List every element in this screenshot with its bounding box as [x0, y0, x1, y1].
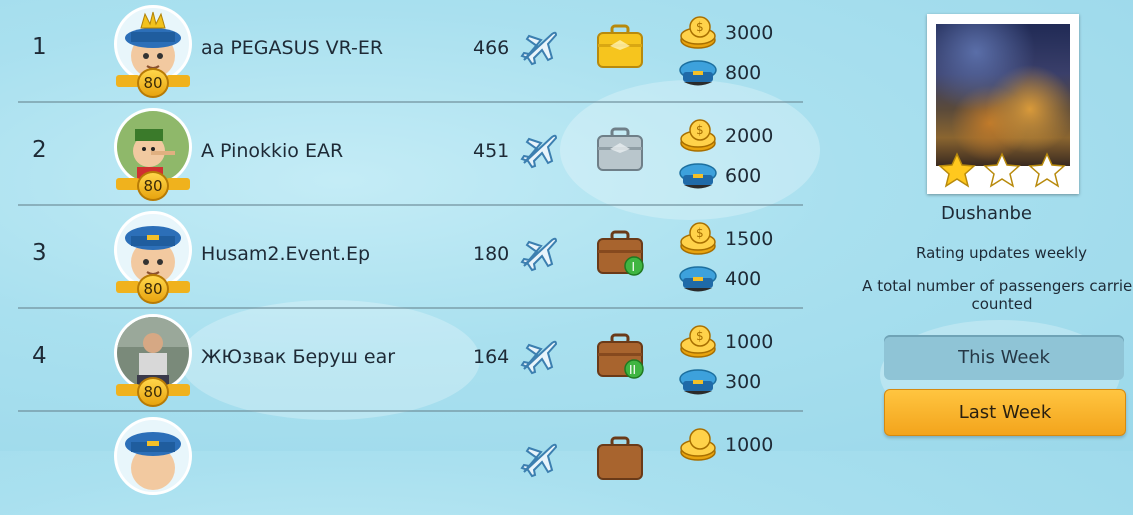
rating-note: Rating updates weekly: [915, 244, 1088, 262]
rank-number: 2: [32, 137, 47, 163]
cap-amount: 400: [725, 268, 762, 290]
silver-briefcase-icon: [597, 127, 643, 171]
leaderboard-row-5[interactable]: 1000: [18, 412, 803, 515]
coins-icon: $: [680, 16, 716, 49]
plane-icon: [520, 340, 558, 375]
flight-count: 180: [473, 243, 510, 265]
svg-text:I: I: [632, 260, 636, 274]
coin-amount: 1000: [725, 331, 774, 353]
coin-amount: 1000: [725, 434, 774, 456]
passengers-note: A total number of passengers carried cou…: [862, 277, 1133, 313]
coins-icon: $: [680, 119, 716, 152]
last-week-button[interactable]: Last Week: [884, 389, 1126, 436]
flight-count: 451: [473, 140, 510, 162]
pilot-cap-icon: [679, 163, 717, 189]
plane-icon: [520, 443, 558, 478]
coin-reward: 1000: [678, 428, 798, 462]
plane-icon: [520, 31, 558, 66]
cap-reward: 600: [678, 159, 798, 193]
svg-text:$: $: [696, 20, 704, 34]
city-stamp: [927, 14, 1079, 194]
svg-text:$: $: [696, 226, 704, 240]
cap-amount: 300: [725, 371, 762, 393]
flight-count: 466: [473, 37, 510, 59]
gold-briefcase-icon: [597, 24, 643, 68]
player-name[interactable]: A Pinokkio EAR: [201, 140, 343, 162]
leather-briefcase-icon: [597, 436, 643, 480]
leaderboard-row-4[interactable]: 4 80 ЖЮзвак Беруш ear 164 II $ 1000 300: [18, 309, 803, 412]
plane-icon: [520, 237, 558, 272]
cap-reward: 400: [678, 262, 798, 296]
plane-icon: [520, 134, 558, 169]
pilot-cap-icon: [679, 369, 717, 395]
city-name: Dushanbe: [941, 203, 1032, 224]
pilot-cap-icon: [679, 60, 717, 86]
level-badge: 80: [116, 377, 190, 407]
cap-reward: 300: [678, 365, 798, 399]
coin-reward: $ 2000: [678, 119, 798, 153]
leaderboard-list[interactable]: 1 80 aa PEGASUS VR-ER 466 $ 3000 800 2 8…: [18, 0, 803, 495]
city-panel: Dushanbe Rating updates weekly A total n…: [840, 0, 1133, 451]
svg-text:$: $: [696, 123, 704, 137]
coin-reward: $ 1500: [678, 222, 798, 256]
svg-text:II: II: [629, 363, 636, 377]
coins-icon: [680, 428, 716, 461]
level-badge: 80: [116, 68, 190, 98]
cap-reward: 800: [678, 56, 798, 90]
coin-reward: $ 3000: [678, 16, 798, 50]
leather-briefcase-I-icon: I: [597, 230, 644, 276]
this-week-button[interactable]: This Week: [884, 335, 1124, 380]
star-rating: [938, 152, 1066, 188]
coin-amount: 1500: [725, 228, 774, 250]
city-photo: [936, 24, 1070, 166]
player-name[interactable]: ЖЮзвак Беруш ear: [201, 346, 395, 368]
rank-number: 3: [32, 240, 47, 266]
player-name[interactable]: aa PEGASUS VR-ER: [201, 37, 383, 59]
level-badge: 80: [116, 171, 190, 201]
leaderboard-row-2[interactable]: 2 80 A Pinokkio EAR 451 $ 2000 600: [18, 103, 803, 206]
coins-icon: $: [680, 222, 716, 255]
rank-number: 1: [32, 34, 47, 60]
cap-amount: 800: [725, 62, 762, 84]
leaderboard-row-3[interactable]: 3 80 Husam2.Event.Ep 180 I $ 1500 400: [18, 206, 803, 309]
coin-reward: $ 1000: [678, 325, 798, 359]
coin-amount: 2000: [725, 125, 774, 147]
rank-number: 4: [32, 343, 47, 369]
svg-text:$: $: [696, 329, 704, 343]
level-badge: 80: [116, 274, 190, 304]
avatar-pilot[interactable]: [114, 417, 192, 495]
leaderboard-row-1[interactable]: 1 80 aa PEGASUS VR-ER 466 $ 3000 800: [18, 0, 803, 103]
cap-amount: 600: [725, 165, 762, 187]
player-name[interactable]: Husam2.Event.Ep: [201, 243, 370, 265]
pilot-cap-icon: [679, 266, 717, 292]
leather-briefcase-II-icon: II: [597, 333, 644, 379]
flight-count: 164: [473, 346, 510, 368]
coin-amount: 3000: [725, 22, 774, 44]
coins-icon: $: [680, 325, 716, 358]
